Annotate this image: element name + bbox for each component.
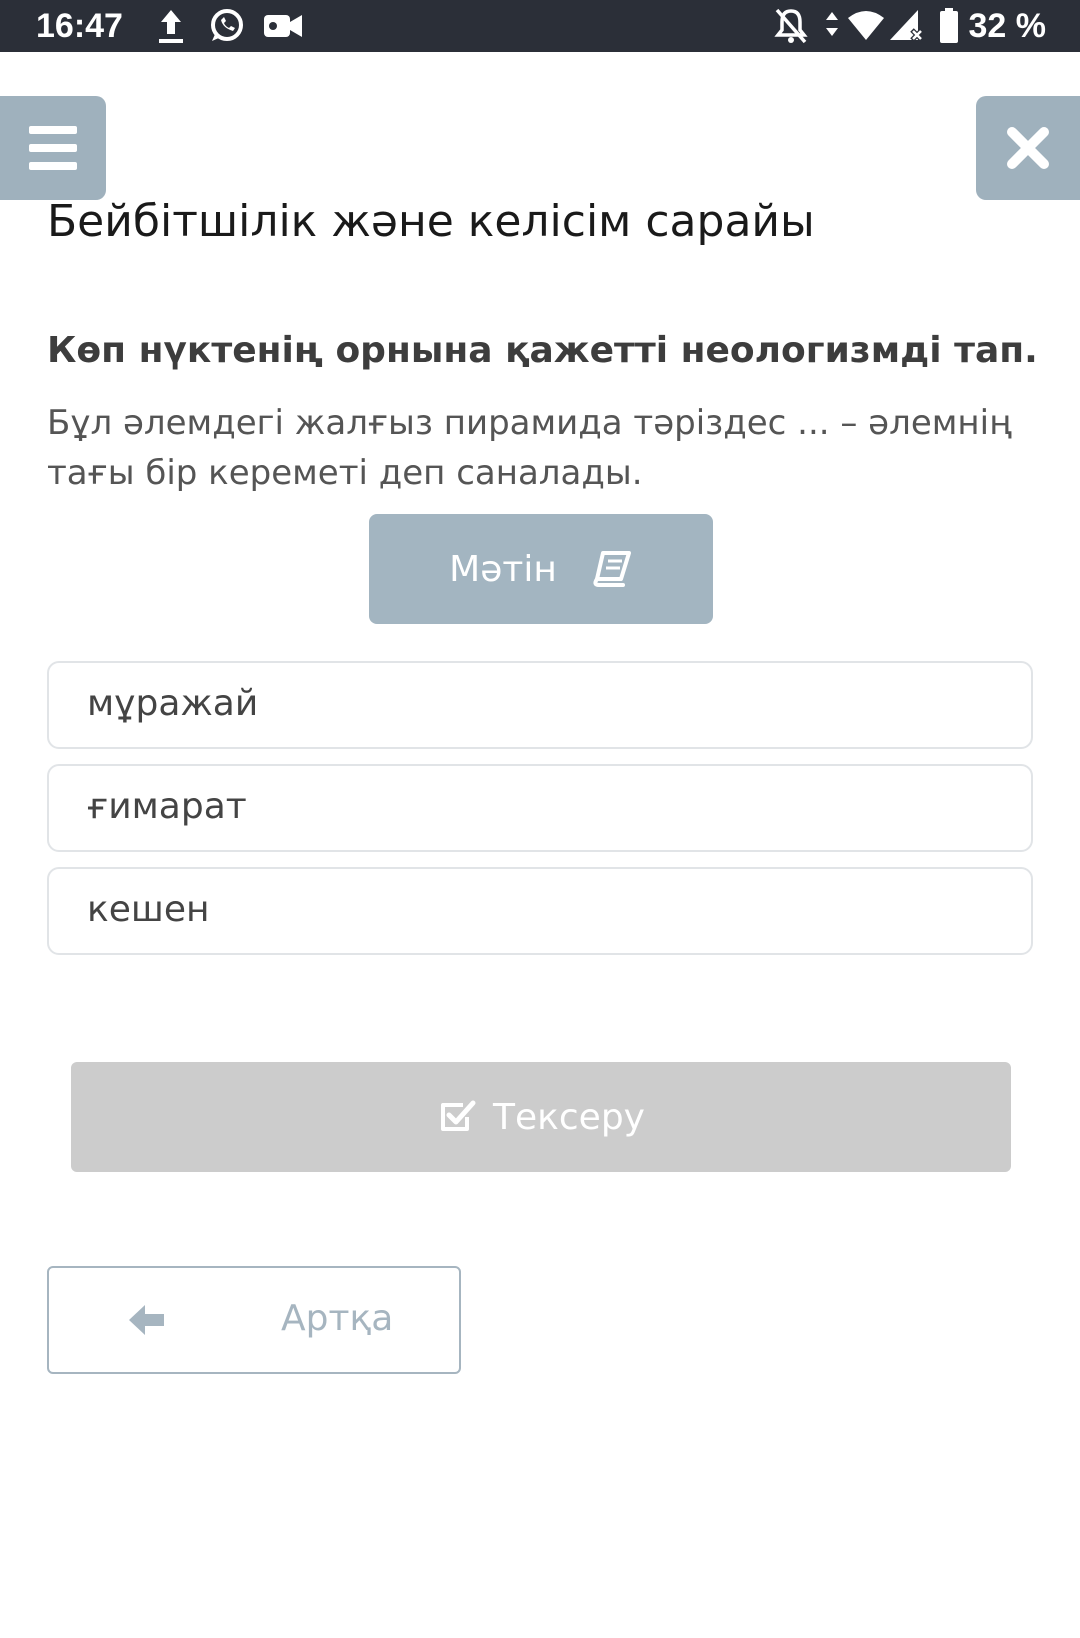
signal-icon bbox=[890, 10, 924, 42]
status-bar: 16:47 32 % bbox=[0, 0, 1080, 52]
answer-option-3[interactable]: кешен bbox=[47, 867, 1033, 955]
battery-percentage: 32 % bbox=[968, 7, 1047, 45]
answer-option-label: ғимарат bbox=[87, 786, 247, 827]
back-button[interactable]: Артқа bbox=[47, 1266, 461, 1374]
whatsapp-icon bbox=[211, 9, 243, 41]
wifi-icon bbox=[848, 11, 884, 40]
book-icon bbox=[593, 551, 631, 587]
hamburger-menu-icon bbox=[29, 126, 77, 170]
answer-option-label: кешен bbox=[87, 889, 210, 930]
arrow-left-icon bbox=[129, 1305, 164, 1335]
text-button-label: Мәтін bbox=[449, 548, 557, 590]
task-question: Бұл әлемдегі жалғыз пирамида тәріздес ..… bbox=[47, 403, 1012, 493]
check-button[interactable]: Тексеру bbox=[71, 1062, 1011, 1172]
text-button[interactable]: Мәтін bbox=[369, 514, 713, 624]
bell-off-icon bbox=[774, 8, 808, 44]
data-arrows-icon bbox=[826, 12, 838, 36]
menu-button[interactable] bbox=[0, 96, 106, 200]
close-icon bbox=[1007, 127, 1049, 169]
battery-icon bbox=[940, 8, 958, 43]
check-button-label: Тексеру bbox=[493, 1096, 645, 1138]
task-instruction: Көп нүктенің орнына қажетті неологизмді … bbox=[47, 330, 1038, 371]
checkbox-icon bbox=[441, 1100, 476, 1131]
back-button-label: Артқа bbox=[281, 1298, 394, 1339]
close-button[interactable] bbox=[976, 96, 1080, 200]
status-time: 16:47 bbox=[36, 7, 123, 45]
answer-option-1[interactable]: мұражай bbox=[47, 661, 1033, 749]
quiz-screen: 16:47 32 % Бейбітшілік және келісім сара… bbox=[0, 0, 1080, 1638]
video-camera-icon bbox=[264, 15, 302, 37]
upload-icon bbox=[159, 10, 183, 43]
answer-option-label: мұражай bbox=[87, 683, 259, 724]
page-title: Бейбітшілік және келісім сарайы bbox=[47, 196, 815, 247]
answer-option-2[interactable]: ғимарат bbox=[47, 764, 1033, 852]
